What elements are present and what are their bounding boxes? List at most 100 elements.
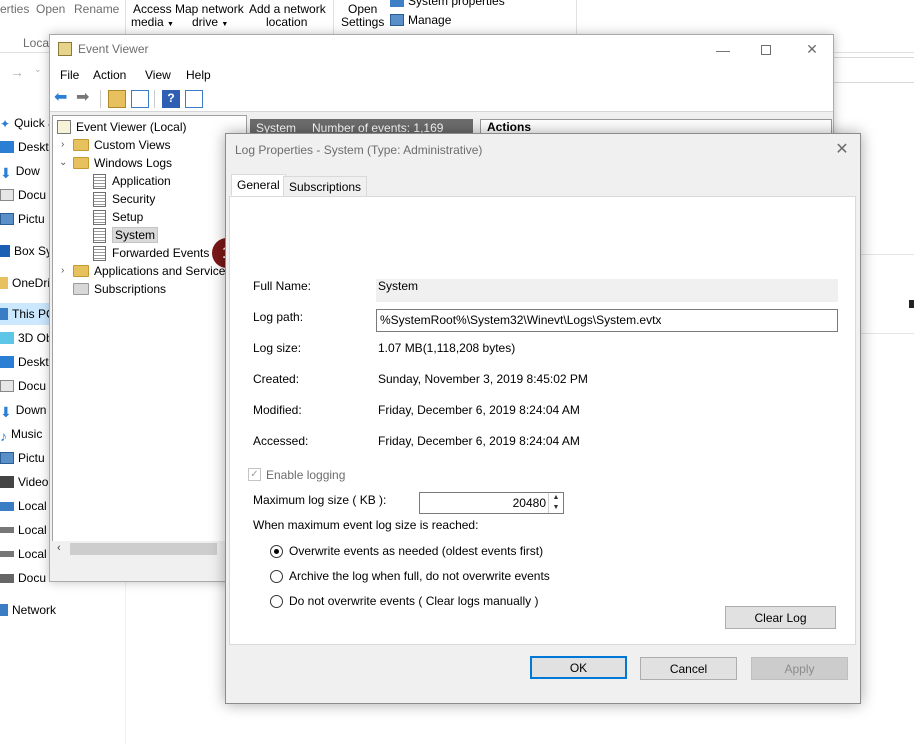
close-button[interactable]: ✕ xyxy=(789,35,835,64)
menu-help[interactable]: Help xyxy=(186,68,211,82)
recent-dropdown-icon[interactable]: ⌄ xyxy=(34,64,42,75)
log-size-value: 1.07 MB(1,118,208 bytes) xyxy=(378,341,516,355)
expand-arrow-icon[interactable]: › xyxy=(61,139,64,150)
menu-view[interactable]: View xyxy=(145,68,171,82)
ribbon-open[interactable]: Open xyxy=(36,3,65,16)
back-arrow-icon[interactable]: ⬅ xyxy=(54,90,72,108)
event-log-icon xyxy=(93,245,106,261)
nav-label: Down xyxy=(15,403,47,417)
tree-system[interactable]: System xyxy=(93,226,159,244)
option-archive-label: Archive the log when full, do not overwr… xyxy=(289,569,550,583)
menu-file[interactable]: File xyxy=(60,68,79,82)
nav-label: OneDri xyxy=(12,276,51,290)
nav-local-disk-1[interactable]: Local xyxy=(0,495,47,517)
show-action-pane-icon[interactable] xyxy=(185,90,203,108)
nav-local-disk-3[interactable]: Local xyxy=(0,543,47,565)
nav-documents-2[interactable]: Docu xyxy=(0,375,46,397)
tree-custom-views[interactable]: Custom Views xyxy=(73,136,170,154)
scroll-left-icon[interactable]: ‹ xyxy=(57,542,61,554)
spinner-arrows[interactable]: ▲ ▼ xyxy=(548,493,563,513)
apply-button[interactable]: Apply xyxy=(751,657,848,680)
search-box[interactable] xyxy=(833,57,914,83)
nav-label: Local xyxy=(18,499,47,513)
tree-subscriptions[interactable]: Subscriptions xyxy=(73,280,166,298)
ok-button[interactable]: OK xyxy=(530,656,627,679)
option-do-not-overwrite-label: Do not overwrite events ( Clear logs man… xyxy=(289,594,539,608)
nav-local-disk-2[interactable]: Local xyxy=(0,519,47,541)
system-properties-item[interactable]: System properties xyxy=(390,0,505,8)
nav-documents[interactable]: Docu xyxy=(0,184,46,206)
nav-label: Pictu xyxy=(18,212,45,226)
forward-arrow-icon[interactable]: ➡ xyxy=(76,90,94,108)
spin-up-icon[interactable]: ▲ xyxy=(549,493,563,503)
nav-network[interactable]: Network xyxy=(0,599,56,621)
nav-label: Docu xyxy=(18,379,47,393)
nav-3d-objects[interactable]: 3D Ob xyxy=(0,327,53,349)
expand-arrow-icon[interactable]: › xyxy=(61,265,64,276)
show-hide-tree-icon[interactable] xyxy=(131,90,149,108)
nav-music[interactable]: ♪ Music xyxy=(0,423,42,445)
tree-security[interactable]: Security xyxy=(93,190,155,208)
cube-icon xyxy=(0,332,14,344)
tree-forwarded-events[interactable]: Forwarded Events xyxy=(93,244,209,262)
manage-item[interactable]: Manage xyxy=(390,13,451,27)
forward-arrow-icon[interactable]: → xyxy=(10,64,24,80)
dialog-close-button[interactable]: ✕ xyxy=(828,138,856,160)
event-viewer-titlebar[interactable]: Event Viewer — ✕ xyxy=(50,35,833,64)
tree-label: Forwarded Events xyxy=(112,246,210,260)
nav-pictures[interactable]: Pictu xyxy=(0,208,45,230)
accessed-value: Friday, December 6, 2019 8:24:04 AM xyxy=(378,434,580,448)
created-label: Created: xyxy=(253,372,300,386)
log-path-label: Log path: xyxy=(253,310,304,324)
nav-box-sync[interactable]: Box Sy xyxy=(0,240,52,262)
nav-label: Video xyxy=(18,475,49,489)
access-media-label-2: media ▼ xyxy=(131,16,174,31)
max-log-size-spinner[interactable]: 20480 ▲ ▼ xyxy=(419,492,564,514)
event-log-icon xyxy=(93,209,106,225)
nav-videos[interactable]: Video xyxy=(0,471,48,493)
tab-general[interactable]: General xyxy=(231,174,286,196)
toolbar-separator xyxy=(154,90,155,108)
nav-documents-drive[interactable]: Docu xyxy=(0,567,46,589)
nav-onedrive[interactable]: OneDri xyxy=(0,272,50,294)
help-icon[interactable]: ? xyxy=(162,90,180,108)
radio-archive-when-full[interactable] xyxy=(270,570,283,583)
modified-label: Modified: xyxy=(253,403,302,417)
collapse-arrow-icon[interactable]: ⌄ xyxy=(59,157,67,168)
tree-horizontal-scrollbar[interactable]: ‹ xyxy=(52,541,247,557)
maximize-button[interactable] xyxy=(743,35,789,64)
ribbon-properties[interactable]: erties xyxy=(0,3,29,16)
tree-setup[interactable]: Setup xyxy=(93,208,143,226)
document-icon xyxy=(0,380,14,392)
nav-quick-access[interactable]: ✦ Quick a xyxy=(0,112,55,134)
tree-label: Security xyxy=(112,192,156,206)
nav-pictures-2[interactable]: Pictu xyxy=(0,447,45,469)
cancel-button[interactable]: Cancel xyxy=(640,657,737,680)
nav-downloads-2[interactable]: ⬇ Down xyxy=(0,399,46,421)
nav-label: 3D Ob xyxy=(18,331,53,345)
clear-log-button[interactable]: Clear Log xyxy=(725,606,836,629)
menu-action[interactable]: Action xyxy=(93,68,126,82)
nav-downloads[interactable]: ⬇ Dow xyxy=(0,160,40,182)
radio-do-not-overwrite[interactable] xyxy=(270,595,283,608)
up-folder-icon[interactable] xyxy=(108,90,126,108)
ribbon-rename[interactable]: Rename xyxy=(74,3,119,16)
tab-subscriptions[interactable]: Subscriptions xyxy=(283,176,368,197)
general-tab-panel: Full Name: System Log path: %SystemRoot%… xyxy=(229,196,856,645)
computer-icon xyxy=(0,308,8,320)
scrollbar-thumb[interactable] xyxy=(70,543,217,555)
log-path-field[interactable]: %SystemRoot%\System32\Winevt\Logs\System… xyxy=(376,309,838,332)
nav-desktop-2[interactable]: Deskt xyxy=(0,351,49,373)
tree-windows-logs[interactable]: Windows Logs xyxy=(73,154,172,172)
star-icon: ✦ xyxy=(0,117,11,131)
open-settings-label-2: Settings xyxy=(341,15,385,29)
tree-apps-services[interactable]: Applications and Services xyxy=(73,262,231,280)
picture-icon xyxy=(0,452,14,464)
tree-root[interactable]: Event Viewer (Local) xyxy=(57,118,187,136)
minimize-button[interactable]: — xyxy=(700,35,746,64)
tree-application[interactable]: Application xyxy=(93,172,171,190)
spin-down-icon[interactable]: ▼ xyxy=(549,503,563,513)
radio-overwrite-as-needed[interactable] xyxy=(270,545,283,558)
enable-logging-checkbox[interactable]: ✓ xyxy=(248,468,261,481)
nav-desktop[interactable]: Deskt xyxy=(0,136,49,158)
